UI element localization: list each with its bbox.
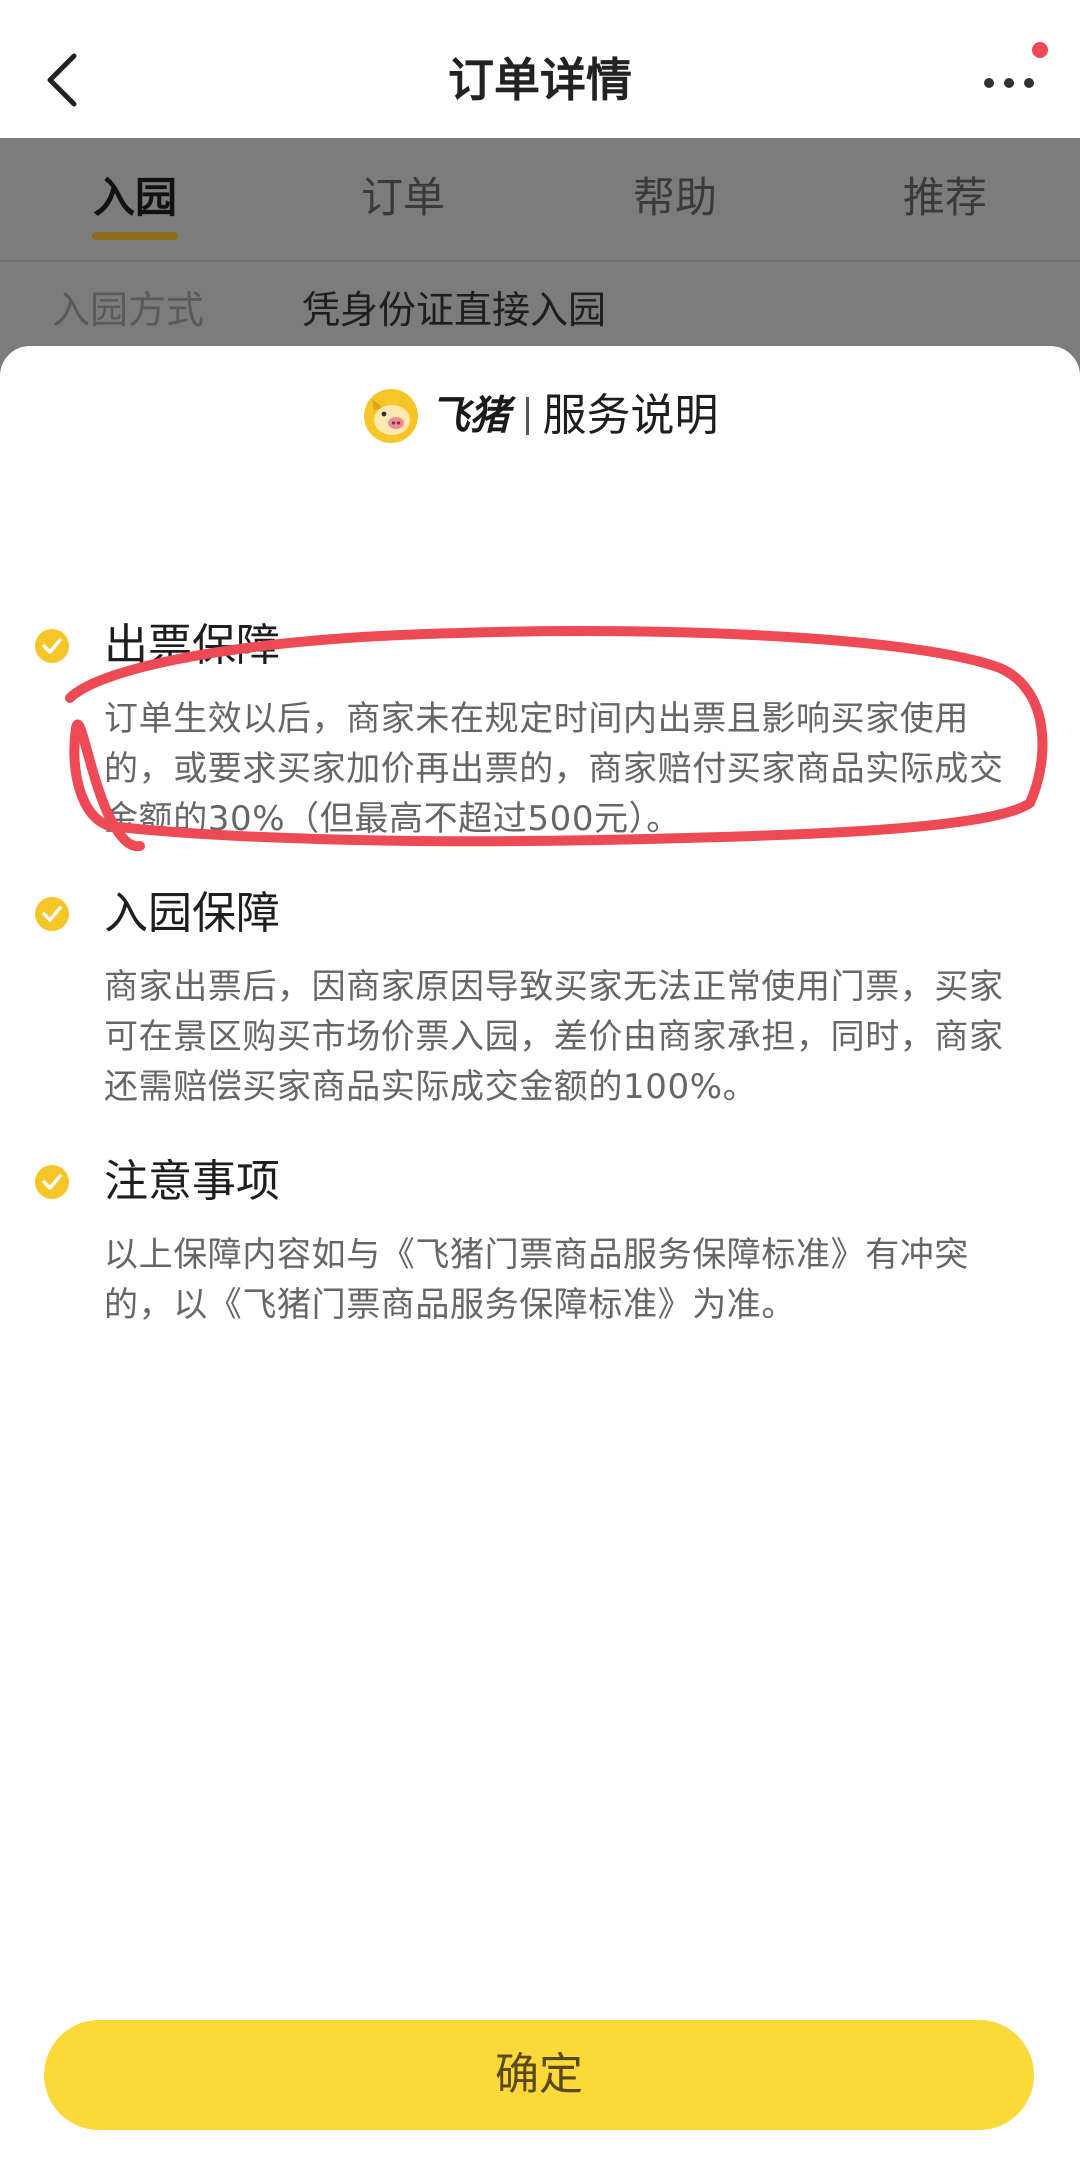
more-dots-icon	[1004, 78, 1014, 88]
service-description-sheet: 飞猪 服务说明 出票保障 订单生效以后，商家未在规定时间内出票且影响买家使用的，…	[0, 346, 1080, 2177]
brand-separator	[525, 397, 529, 435]
more-button[interactable]	[978, 42, 1048, 102]
order-detail-screen: 订单详情 入园 订单 帮助 推荐 入园方式 凭身份证直接入园 飞猪 服务说明 出…	[0, 0, 1080, 2177]
sheet-header: 飞猪 服务说明	[0, 376, 1080, 456]
entry-method-label: 入园方式	[52, 288, 205, 332]
brand-name: 飞猪	[429, 393, 510, 439]
section-body: 以上保障内容如与《飞猪门票商品服务保障标准》有冲突的，以《飞猪门票商品服务保障标…	[104, 1235, 969, 1325]
section-body: 商家出票后，因商家原因导致买家无法正常使用门票，买家可在景区购买市场价票入园，差…	[104, 967, 1004, 1107]
confirm-button[interactable]: 确定	[44, 2020, 1034, 2130]
check-circle-icon	[35, 629, 69, 663]
brand-group: 飞猪 服务说明	[362, 376, 719, 456]
tab-active-indicator	[92, 232, 178, 240]
fliggy-pig-logo	[363, 389, 418, 443]
check-circle-icon	[35, 897, 69, 931]
check-circle-icon	[35, 1165, 69, 1199]
page-title: 订单详情	[448, 53, 632, 107]
navbar: 订单详情	[0, 0, 1080, 138]
sheet-title: 服务说明	[542, 390, 719, 441]
section-title: 出票保障	[104, 620, 280, 671]
tab-order[interactable]: 订单	[303, 168, 503, 228]
notification-badge	[1032, 42, 1048, 58]
tab-bar: 入园 订单 帮助 推荐	[0, 138, 1080, 260]
tab-recommend[interactable]: 推荐	[845, 168, 1045, 228]
entry-method-value: 凭身份证直接入园	[302, 288, 607, 332]
more-dots-icon	[984, 78, 994, 88]
section-body: 订单生效以后，商家未在规定时间内出票且影响买家使用的，或要求买家加价再出票的，商…	[104, 699, 1004, 839]
more-dots-icon	[1024, 78, 1034, 88]
section-title: 入园保障	[104, 888, 280, 939]
tab-help[interactable]: 帮助	[575, 168, 775, 228]
section-title: 注意事项	[104, 1156, 280, 1207]
tab-entry[interactable]: 入园	[35, 168, 235, 228]
